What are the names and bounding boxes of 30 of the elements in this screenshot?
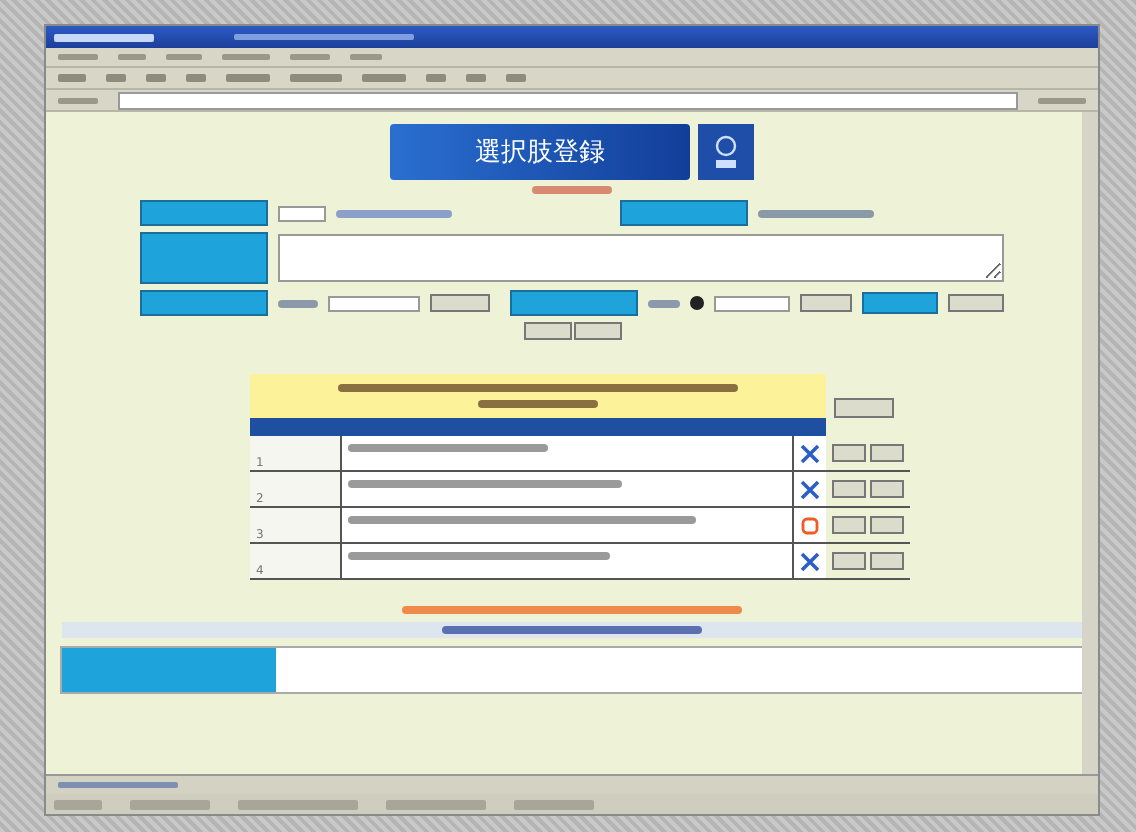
small-button[interactable] [430,294,490,312]
edit-button[interactable] [832,444,866,462]
dot-icon [690,296,704,310]
text-field[interactable] [714,295,790,311]
page-title-banner: 選択肢登録 [390,124,690,180]
edit-button[interactable] [832,516,866,534]
form-label [510,290,638,316]
scrollbar[interactable] [1082,112,1098,774]
form-label [140,232,268,284]
delete-button[interactable] [870,480,904,498]
help-button[interactable] [698,124,754,180]
form-label [140,290,268,316]
delete-button[interactable] [870,552,904,570]
dropdown[interactable] [948,294,1004,312]
delete-button[interactable] [870,516,904,534]
delete-button[interactable] [870,444,904,462]
address-field[interactable] [118,91,1018,109]
form-label [862,292,938,314]
small-button[interactable] [800,294,852,312]
text-area[interactable] [278,234,1004,282]
form-label [140,200,268,226]
number-field[interactable] [278,205,326,221]
text-field[interactable] [328,295,420,311]
edit-button[interactable] [832,480,866,498]
small-button[interactable] [573,322,621,340]
small-button[interactable] [834,398,894,418]
edit-button[interactable] [832,552,866,570]
form-label [620,200,748,226]
help-icon [710,132,742,172]
small-button[interactable] [523,322,571,340]
